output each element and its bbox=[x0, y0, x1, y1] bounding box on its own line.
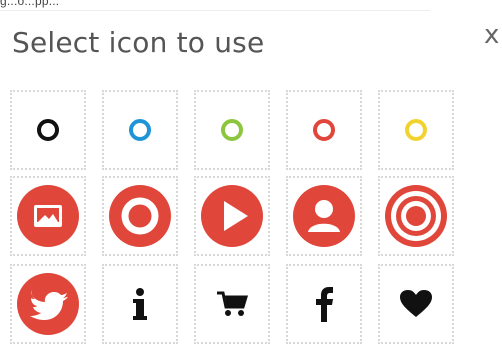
circle-outline-green-icon bbox=[221, 119, 243, 141]
circle-outline-blue-icon bbox=[129, 119, 151, 141]
icon-option-circle-black[interactable] bbox=[10, 90, 86, 170]
icon-grid bbox=[10, 90, 460, 344]
play-icon bbox=[201, 185, 263, 247]
icon-option-info[interactable] bbox=[102, 264, 178, 344]
icon-option-user[interactable] bbox=[286, 176, 362, 256]
partial-top-label: g...o...pp... bbox=[0, 0, 60, 8]
circle-outline-yellow-icon bbox=[405, 119, 427, 141]
icon-option-cart[interactable] bbox=[194, 264, 270, 344]
icon-option-record[interactable] bbox=[102, 176, 178, 256]
circle-outline-red-icon bbox=[313, 119, 335, 141]
close-button[interactable]: x bbox=[484, 20, 499, 50]
shopping-cart-icon bbox=[217, 291, 249, 316]
twitter-bird-icon bbox=[17, 273, 79, 335]
heart-icon bbox=[400, 290, 432, 317]
icon-option-heart[interactable] bbox=[378, 264, 454, 344]
facebook-icon bbox=[316, 287, 333, 322]
dialog-title: Select icon to use bbox=[12, 26, 265, 59]
user-icon bbox=[293, 185, 355, 247]
circle-outline-black-icon bbox=[37, 119, 59, 141]
icon-option-play[interactable] bbox=[194, 176, 270, 256]
icon-option-circle-green[interactable] bbox=[194, 90, 270, 170]
icon-option-circle-red[interactable] bbox=[286, 90, 362, 170]
image-icon bbox=[17, 185, 79, 247]
partial-top-text: g...o...pp... bbox=[0, 0, 430, 11]
icon-option-circle-yellow[interactable] bbox=[378, 90, 454, 170]
info-icon bbox=[133, 288, 147, 320]
target-icon bbox=[385, 185, 447, 247]
icon-option-target[interactable] bbox=[378, 176, 454, 256]
icon-option-circle-blue[interactable] bbox=[102, 90, 178, 170]
record-icon bbox=[109, 185, 171, 247]
icon-option-twitter[interactable] bbox=[10, 264, 86, 344]
icon-option-facebook[interactable] bbox=[286, 264, 362, 344]
icon-option-image[interactable] bbox=[10, 176, 86, 256]
